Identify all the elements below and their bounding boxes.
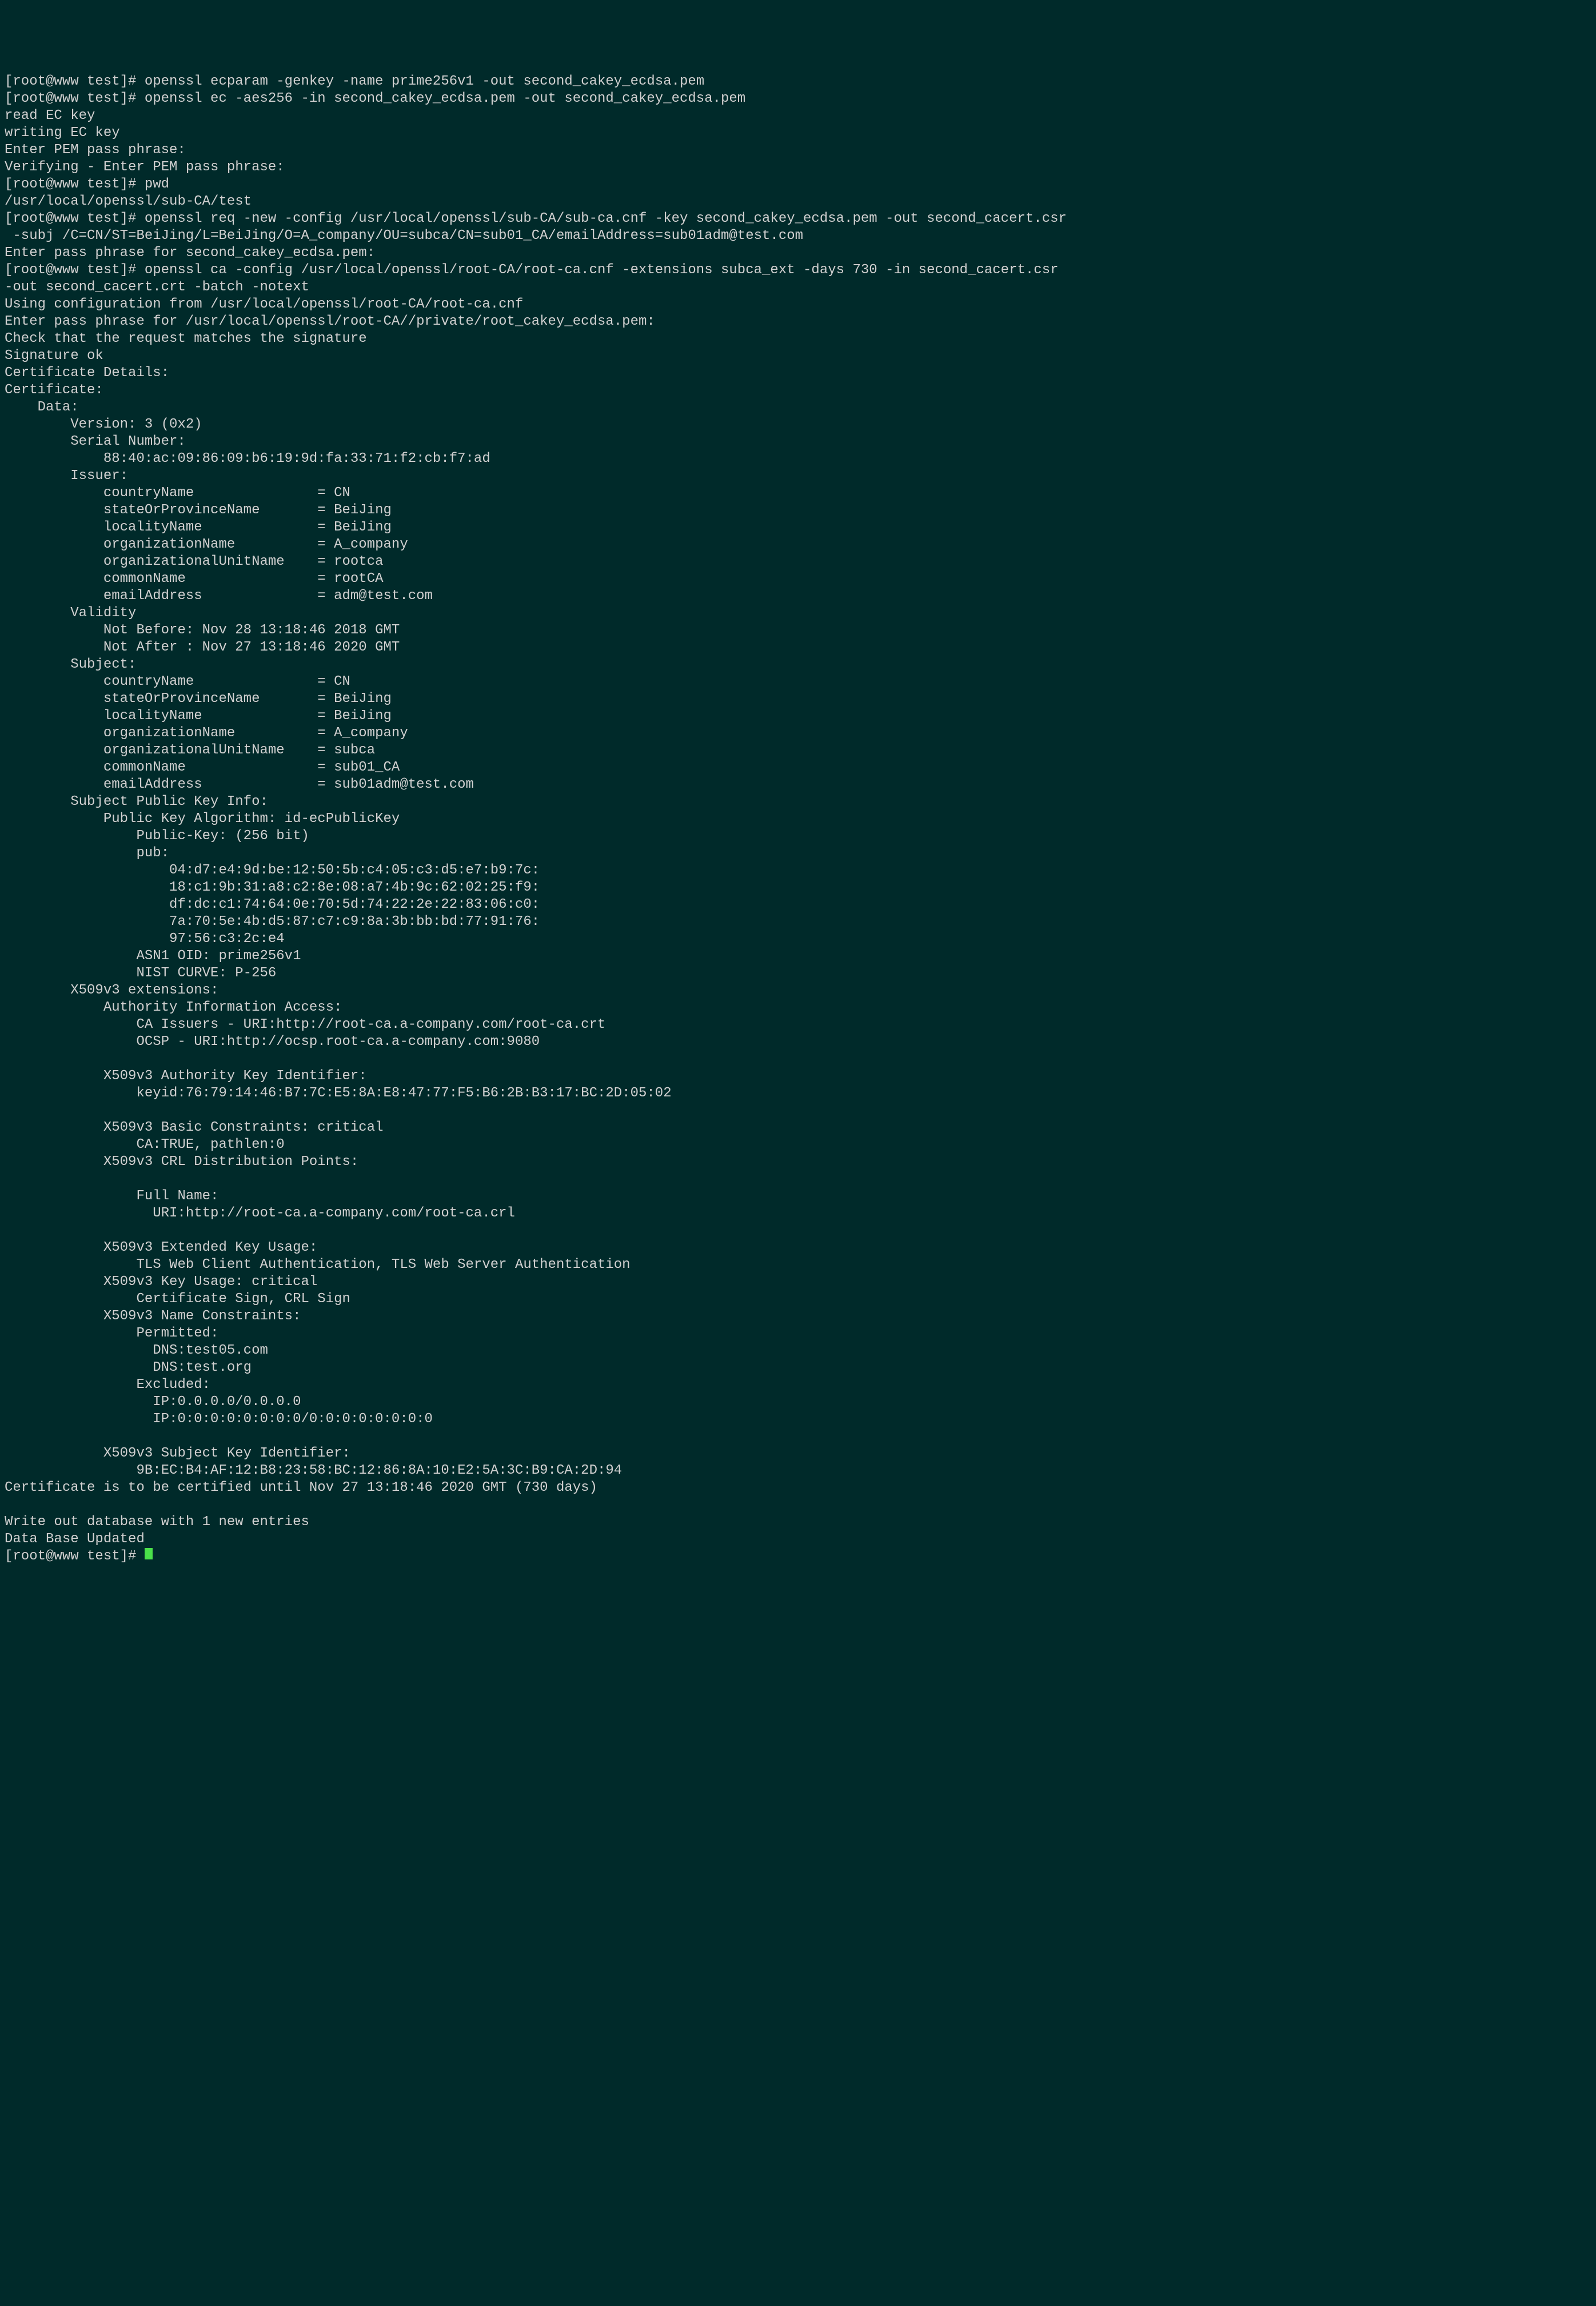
terminal-line: Certificate Details:: [5, 365, 169, 381]
terminal-line: Data Base Updated: [5, 1531, 145, 1547]
terminal-line: organizationalUnitName = rootca: [5, 554, 384, 569]
terminal-line: /usr/local/openssl/sub-CA/test: [5, 194, 252, 209]
terminal-line: 97:56:c3:2c:e4: [5, 931, 285, 947]
terminal-line: [root@www test]# openssl ca -config /usr…: [5, 262, 1059, 278]
terminal-line: Verifying - Enter PEM pass phrase:: [5, 159, 285, 175]
terminal-line: X509v3 extensions:: [5, 983, 218, 998]
terminal-line: commonName = sub01_CA: [5, 760, 400, 775]
terminal-line: organizationName = A_company: [5, 725, 408, 741]
terminal-line: pub:: [5, 845, 169, 861]
terminal-line: Enter pass phrase for /usr/local/openssl…: [5, 314, 655, 329]
terminal-line: CA:TRUE, pathlen:0: [5, 1137, 285, 1152]
terminal-line: 7a:70:5e:4b:d5:87:c7:c9:8a:3b:bb:bd:77:9…: [5, 914, 540, 929]
terminal-line: IP:0.0.0.0/0.0.0.0: [5, 1394, 301, 1410]
terminal-line: writing EC key: [5, 125, 120, 141]
terminal-line: X509v3 Basic Constraints: critical: [5, 1120, 384, 1135]
terminal-line: -subj /C=CN/ST=BeiJing/L=BeiJing/O=A_com…: [5, 228, 803, 244]
terminal-line: -out second_cacert.crt -batch -notext: [5, 280, 309, 295]
terminal-line: commonName = rootCA: [5, 571, 384, 587]
terminal-line: DNS:test05.com: [5, 1343, 268, 1358]
terminal-line: 88:40:ac:09:86:09:b6:19:9d:fa:33:71:f2:c…: [5, 451, 490, 466]
terminal-line: 04:d7:e4:9d:be:12:50:5b:c4:05:c3:d5:e7:b…: [5, 863, 540, 878]
terminal-line: Signature ok: [5, 348, 103, 364]
terminal-line: Permitted:: [5, 1326, 218, 1341]
terminal-line: Check that the request matches the signa…: [5, 331, 367, 346]
terminal-line: DNS:test.org: [5, 1360, 252, 1375]
terminal-line: Enter PEM pass phrase:: [5, 142, 186, 158]
terminal-line: organizationalUnitName = subca: [5, 743, 375, 758]
terminal-line: X509v3 Subject Key Identifier:: [5, 1446, 358, 1461]
terminal-line: Issuer:: [5, 468, 128, 484]
terminal-line: read EC key: [5, 108, 95, 123]
terminal-line: stateOrProvinceName = BeiJing: [5, 691, 392, 707]
terminal-line: Authority Information Access:: [5, 1000, 350, 1015]
terminal-line: [root@www test]# openssl ecparam -genkey…: [5, 74, 704, 89]
terminal-line: [root@www test]# openssl ec -aes256 -in …: [5, 91, 745, 106]
terminal-line: localityName = BeiJing: [5, 520, 392, 535]
terminal-line: organizationName = A_company: [5, 537, 408, 552]
terminal-line: OCSP - URI:http://ocsp.root-ca.a-company…: [5, 1034, 540, 1050]
terminal-line: 18:c1:9b:31:a8:c2:8e:08:a7:4b:9c:62:02:2…: [5, 880, 540, 895]
terminal-line: keyid:76:79:14:46:B7:7C:E5:8A:E8:47:77:F…: [5, 1086, 672, 1101]
terminal-line: localityName = BeiJing: [5, 708, 392, 724]
terminal-line: df:dc:c1:74:64:0e:70:5d:74:22:2e:22:83:0…: [5, 897, 540, 912]
terminal-prompt[interactable]: [root@www test]#: [5, 1549, 145, 1564]
terminal-output[interactable]: [root@www test]# openssl ecparam -genkey…: [5, 73, 1591, 1565]
terminal-cursor: [145, 1548, 153, 1559]
terminal-line: CA Issuers - URI:http://root-ca.a-compan…: [5, 1017, 605, 1032]
terminal-line: ASN1 OID: prime256v1: [5, 948, 301, 964]
terminal-line: X509v3 Extended Key Usage:: [5, 1240, 326, 1255]
terminal-line: [root@www test]# openssl req -new -confi…: [5, 211, 1067, 226]
terminal-line: emailAddress = sub01adm@test.com: [5, 777, 474, 792]
terminal-line: Enter pass phrase for second_cakey_ecdsa…: [5, 245, 375, 261]
terminal-line: X509v3 CRL Distribution Points:: [5, 1154, 367, 1170]
terminal-line: Certificate:: [5, 382, 103, 398]
terminal-line: countryName = CN: [5, 485, 350, 501]
terminal-line: Subject Public Key Info:: [5, 794, 268, 809]
terminal-line: Validity: [5, 605, 136, 621]
terminal-line: Public-Key: (256 bit): [5, 828, 309, 844]
terminal-line: 9B:EC:B4:AF:12:B8:23:58:BC:12:86:8A:10:E…: [5, 1463, 622, 1478]
terminal-line: Not Before: Nov 28 13:18:46 2018 GMT: [5, 623, 400, 638]
terminal-line: X509v3 Key Usage: critical: [5, 1274, 317, 1290]
terminal-line: Data:: [5, 400, 79, 415]
terminal-line: Full Name:: [5, 1188, 218, 1204]
terminal-line: Certificate Sign, CRL Sign: [5, 1291, 350, 1307]
terminal-line: Excluded:: [5, 1377, 210, 1393]
terminal-line: URI:http://root-ca.a-company.com/root-ca…: [5, 1206, 515, 1221]
terminal-line: Using configuration from /usr/local/open…: [5, 297, 523, 312]
terminal-line: stateOrProvinceName = BeiJing: [5, 502, 392, 518]
terminal-line: Not After : Nov 27 13:18:46 2020 GMT: [5, 640, 400, 655]
terminal-line: X509v3 Name Constraints:: [5, 1308, 309, 1324]
terminal-line: Certificate is to be certified until Nov…: [5, 1480, 597, 1495]
terminal-line: NIST CURVE: P-256: [5, 966, 276, 981]
terminal-line: Serial Number:: [5, 434, 186, 449]
terminal-line: X509v3 Authority Key Identifier:: [5, 1068, 375, 1084]
terminal-line: Write out database with 1 new entries: [5, 1514, 309, 1530]
terminal-line: Public Key Algorithm: id-ecPublicKey: [5, 811, 400, 827]
terminal-line: IP:0:0:0:0:0:0:0:0/0:0:0:0:0:0:0:0: [5, 1411, 433, 1427]
terminal-line: Subject:: [5, 657, 136, 672]
terminal-line: Version: 3 (0x2): [5, 417, 202, 432]
terminal-line: emailAddress = adm@test.com: [5, 588, 433, 604]
terminal-line: TLS Web Client Authentication, TLS Web S…: [5, 1257, 631, 1272]
terminal-line: countryName = CN: [5, 674, 350, 689]
terminal-line: [root@www test]# pwd: [5, 177, 169, 192]
